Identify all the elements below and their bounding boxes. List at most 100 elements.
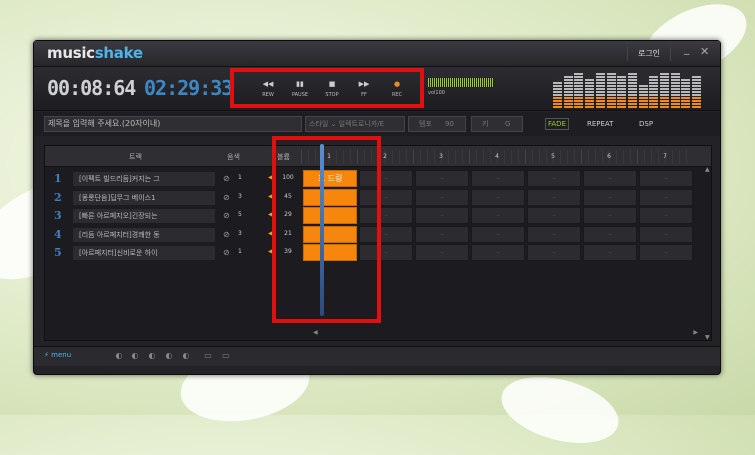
speaker-icon[interactable]: ◐ (181, 351, 191, 361)
eq-bar (627, 72, 637, 108)
track-number: 2 (54, 190, 62, 204)
empty-cell[interactable]: – (527, 188, 581, 206)
dsp-toggle[interactable]: DSP (639, 120, 653, 128)
eq-bar (553, 72, 562, 108)
track-name[interactable]: [몽롱단음]딥무그 베이스1 (73, 190, 215, 205)
track-row[interactable]: 4 [리듬 아르페지터]경쾌한 동 ⊘ 3 ◀ 21 (45, 226, 297, 244)
sound-value[interactable]: 3 (238, 193, 242, 200)
column-track: 트랙 (129, 153, 142, 161)
sound-value[interactable]: 3 (238, 230, 242, 237)
close-icon[interactable]: ✕ (700, 45, 709, 58)
style-value: 일렉트로니카/E (338, 120, 385, 128)
empty-cell[interactable]: – (471, 225, 525, 243)
eq-bar (585, 72, 595, 108)
track-name[interactable]: [빠른 아르페지오]긴장되는 (73, 209, 215, 223)
eq-bar (692, 72, 702, 108)
menu-button[interactable]: ⚡ menu (44, 351, 71, 359)
speaker-icon[interactable]: ◐ (147, 351, 157, 361)
mute-icon[interactable]: ⊘ (223, 230, 230, 239)
track-number: 4 (54, 227, 62, 241)
window-icon[interactable]: ▭ (221, 351, 231, 361)
empty-cell[interactable]: – (639, 170, 693, 187)
speaker-icon[interactable]: ◐ (130, 351, 140, 361)
style-select[interactable]: 스타일 ⌄ 일렉트로니카/E (305, 116, 405, 132)
minimize-icon[interactable]: _ (684, 42, 690, 55)
title-bar: musicshake 로그인 _ ✕ (34, 41, 720, 67)
highlight-box-transport (230, 68, 424, 108)
mute-icon[interactable]: ⊘ (223, 211, 230, 220)
empty-cell[interactable]: – (583, 170, 637, 187)
elapsed-time: 00:08:64 (47, 76, 136, 100)
eq-bar (595, 72, 605, 108)
eq-bar (606, 72, 616, 108)
song-title-input[interactable]: 제목을 입력해 주세요.(20자이내) (44, 116, 302, 132)
scroll-right-icon[interactable]: ▶ (693, 329, 698, 336)
empty-cell[interactable]: – (639, 225, 693, 243)
empty-cell[interactable]: – (639, 188, 693, 206)
track-number: 1 (54, 172, 62, 185)
sound-value[interactable]: 1 (238, 248, 242, 255)
eq-bar (660, 72, 669, 108)
empty-cell[interactable]: – (639, 207, 693, 224)
measure-number[interactable]: 3 (413, 150, 468, 164)
fade-toggle[interactable]: FADE (545, 118, 569, 130)
volume-label: vol100 (428, 90, 445, 96)
measure-number[interactable]: 7 (637, 150, 692, 164)
track-number: 5 (54, 246, 62, 259)
empty-cell[interactable]: – (527, 225, 581, 243)
scroll-up-icon[interactable]: ▲ (705, 166, 710, 173)
eq-bar (681, 72, 691, 108)
speaker-icon[interactable]: ◐ (114, 351, 124, 361)
empty-cell[interactable]: – (639, 244, 693, 261)
measure-number[interactable]: 6 (581, 150, 636, 164)
track-row[interactable]: 2 [몽롱단음]딥무그 베이스1 ⊘ 3 ◀ 45 (45, 189, 297, 207)
tempo-value: 90 (445, 120, 454, 128)
equalizer-display (553, 70, 703, 108)
track-name[interactable]: [리듬 아르페지터]경쾌한 동 (73, 227, 215, 242)
empty-cell[interactable]: – (583, 188, 637, 206)
track-row[interactable]: 5 [아르페지터]신비로운 하이 ⊘ 1 ◀ 39 (45, 244, 297, 262)
eq-bar (670, 72, 680, 108)
key-field[interactable]: 키G (471, 116, 523, 132)
tempo-field[interactable]: 템포 90 (408, 116, 466, 132)
measure-number[interactable]: 5 (525, 150, 580, 164)
empty-cell[interactable]: – (471, 244, 525, 261)
empty-cell[interactable]: – (415, 225, 469, 243)
sound-value[interactable]: 1 (238, 174, 242, 181)
empty-cell[interactable]: – (583, 225, 637, 243)
empty-cell[interactable]: – (415, 207, 469, 224)
column-sound: 음색 (227, 153, 240, 161)
eq-bar (574, 72, 584, 108)
empty-cell[interactable]: – (471, 170, 525, 187)
mute-icon[interactable]: ⊘ (223, 193, 230, 202)
login-button[interactable]: 로그인 (627, 47, 671, 61)
empty-cell[interactable]: – (527, 170, 581, 187)
empty-cell[interactable]: – (527, 244, 581, 261)
measure-number[interactable]: 4 (469, 150, 524, 164)
total-time: 02:29:33 (144, 76, 233, 100)
volume-meter[interactable] (428, 78, 494, 87)
empty-cell[interactable]: – (415, 244, 469, 261)
track-name[interactable]: [이펙트 빌드리듬]커지는 그 (73, 172, 215, 186)
mute-icon[interactable]: ⊘ (223, 174, 230, 183)
horizontal-scrollbar[interactable]: ◀ ▶ (313, 329, 698, 339)
empty-cell[interactable]: – (527, 207, 581, 224)
empty-cell[interactable]: – (471, 207, 525, 224)
speaker-icon[interactable]: ◐ (164, 351, 174, 361)
empty-cell[interactable]: – (583, 207, 637, 224)
empty-cell[interactable]: – (415, 188, 469, 206)
mute-icon[interactable]: ⊘ (223, 248, 230, 257)
track-row[interactable]: 1 [이펙트 빌드리듬]커지는 그 ⊘ 1 ◀ 100 (45, 170, 297, 188)
empty-cell[interactable]: – (415, 170, 469, 187)
vertical-scrollbar[interactable]: ▲ ▼ (704, 166, 712, 341)
repeat-toggle[interactable]: REPEAT (587, 120, 613, 128)
scroll-down-icon[interactable]: ▼ (705, 334, 710, 341)
key-value: G (505, 120, 511, 128)
track-row[interactable]: 3 [빠른 아르페지오]긴장되는 ⊘ 5 ◀ 29 (45, 207, 297, 225)
empty-cell[interactable]: – (583, 244, 637, 261)
empty-cell[interactable]: – (471, 188, 525, 206)
track-name[interactable]: [아르페지터]신비로운 하이 (73, 246, 215, 260)
scroll-left-icon[interactable]: ◀ (313, 329, 318, 336)
window-icon[interactable]: ▭ (203, 351, 213, 361)
sound-value[interactable]: 5 (238, 211, 242, 218)
